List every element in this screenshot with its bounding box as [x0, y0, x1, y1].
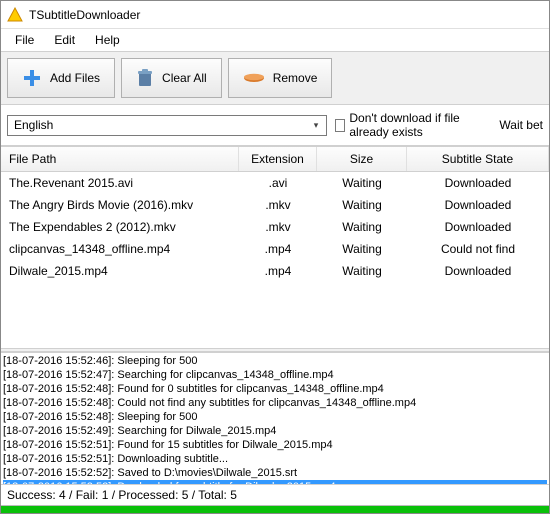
language-value: English: [14, 118, 53, 132]
col-header-path[interactable]: File Path: [1, 147, 239, 171]
log-line[interactable]: [18-07-2016 15:52:51]: Downloading subti…: [3, 452, 547, 466]
log-line[interactable]: [18-07-2016 15:52:47]: Searching for cli…: [3, 368, 547, 382]
toolbar: Add Files Clear All Remove: [1, 51, 549, 105]
cell-ext: .mp4: [239, 262, 317, 280]
remove-label: Remove: [273, 71, 318, 85]
table-row[interactable]: clipcanvas_14348_offline.mp4.mp4WaitingC…: [1, 238, 549, 260]
log-line[interactable]: [18-07-2016 15:52:48]: Could not find an…: [3, 396, 547, 410]
file-table: File Path Extension Size Subtitle State …: [1, 146, 549, 282]
status-bar: Success: 4 / Fail: 1 / Processed: 5 / To…: [1, 484, 549, 505]
cell-size: Waiting: [317, 196, 407, 214]
table-row[interactable]: Dilwale_2015.mp4.mp4WaitingDownloaded: [1, 260, 549, 282]
cell-path: Dilwale_2015.mp4: [1, 262, 239, 280]
trash-icon: [136, 68, 154, 88]
log-line[interactable]: [18-07-2016 15:52:49]: Searching for Dil…: [3, 424, 547, 438]
cell-size: Waiting: [317, 240, 407, 258]
table-row[interactable]: The.Revenant 2015.avi.aviWaitingDownload…: [1, 172, 549, 194]
status-text: Success: 4 / Fail: 1 / Processed: 5 / To…: [7, 488, 237, 502]
cell-size: Waiting: [317, 174, 407, 192]
dont-download-label: Don't download if file already exists: [349, 111, 491, 139]
cell-state: Downloaded: [407, 262, 549, 280]
clear-all-label: Clear All: [162, 71, 207, 85]
add-files-button[interactable]: Add Files: [7, 58, 115, 98]
table-empty-area: [1, 282, 549, 348]
checkbox-box-icon: [335, 119, 345, 132]
cell-size: Waiting: [317, 218, 407, 236]
menu-file[interactable]: File: [5, 31, 44, 49]
cell-size: Waiting: [317, 262, 407, 280]
clear-all-button[interactable]: Clear All: [121, 58, 222, 98]
remove-button[interactable]: Remove: [228, 58, 333, 98]
cell-state: Downloaded: [407, 196, 549, 214]
log-line[interactable]: [18-07-2016 15:52:51]: Found for 15 subt…: [3, 438, 547, 452]
plus-icon: [22, 68, 42, 88]
table-row[interactable]: The Angry Birds Movie (2016).mkv.mkvWait…: [1, 194, 549, 216]
language-select[interactable]: English ▾: [7, 115, 327, 136]
options-row: English ▾ Don't download if file already…: [1, 105, 549, 146]
menu-edit[interactable]: Edit: [44, 31, 85, 49]
col-header-size[interactable]: Size: [317, 147, 407, 171]
log-line[interactable]: [18-07-2016 15:52:52]: Saved to D:\movie…: [3, 466, 547, 480]
cell-path: The Angry Birds Movie (2016).mkv: [1, 196, 239, 214]
col-header-extension[interactable]: Extension: [239, 147, 317, 171]
add-files-label: Add Files: [50, 71, 100, 85]
cell-ext: .avi: [239, 174, 317, 192]
table-row[interactable]: The Expendables 2 (2012).mkv.mkvWaitingD…: [1, 216, 549, 238]
progress-bar: [1, 505, 549, 513]
chevron-down-icon: ▾: [308, 120, 324, 131]
wait-between-label: Wait bet: [499, 118, 543, 132]
table-header: File Path Extension Size Subtitle State: [1, 147, 549, 172]
app-icon: [7, 7, 23, 23]
log-line[interactable]: [18-07-2016 15:52:48]: Sleeping for 500: [3, 410, 547, 424]
log-line[interactable]: [18-07-2016 15:52:46]: Sleeping for 500: [3, 354, 547, 368]
cell-state: Could not find: [407, 240, 549, 258]
table-body: The.Revenant 2015.avi.aviWaitingDownload…: [1, 172, 549, 282]
menu-bar: File Edit Help: [1, 29, 549, 51]
cell-path: The.Revenant 2015.avi: [1, 174, 239, 192]
log-line[interactable]: [18-07-2016 15:52:48]: Found for 0 subti…: [3, 382, 547, 396]
minus-icon: [243, 71, 265, 85]
title-bar: TSubtitleDownloader: [1, 1, 549, 29]
log-panel[interactable]: [18-07-2016 15:52:46]: Sleeping for 500[…: [1, 352, 549, 484]
dont-download-checkbox[interactable]: Don't download if file already exists: [335, 111, 491, 139]
cell-ext: .mkv: [239, 196, 317, 214]
window-title: TSubtitleDownloader: [29, 8, 140, 22]
cell-ext: .mkv: [239, 218, 317, 236]
cell-path: clipcanvas_14348_offline.mp4: [1, 240, 239, 258]
menu-help[interactable]: Help: [85, 31, 130, 49]
col-header-state[interactable]: Subtitle State: [407, 147, 549, 171]
cell-path: The Expendables 2 (2012).mkv: [1, 218, 239, 236]
cell-state: Downloaded: [407, 218, 549, 236]
cell-state: Downloaded: [407, 174, 549, 192]
cell-ext: .mp4: [239, 240, 317, 258]
